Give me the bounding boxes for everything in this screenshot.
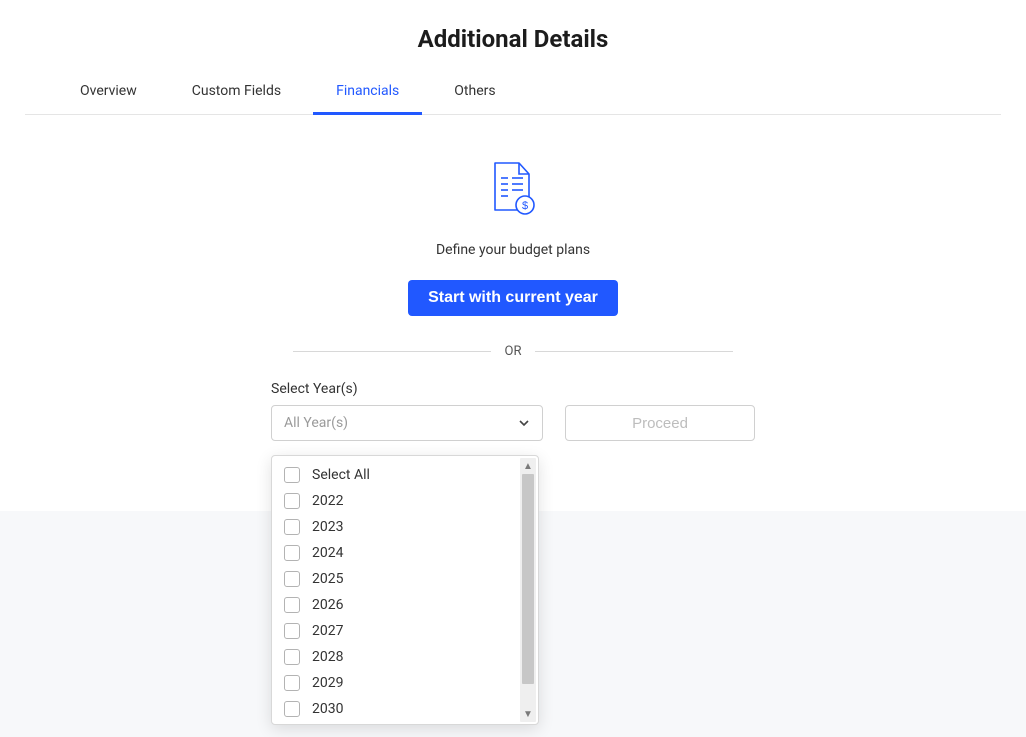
dropdown-scrollbar[interactable]: ▲ ▼ xyxy=(520,458,536,722)
option-label: 2023 xyxy=(312,519,343,535)
tab-overview[interactable]: Overview xyxy=(80,83,137,114)
tab-others[interactable]: Others xyxy=(454,83,495,114)
svg-text:$: $ xyxy=(522,200,528,212)
option-label: 2025 xyxy=(312,571,343,587)
checkbox-icon xyxy=(284,571,300,587)
year-select-dropdown: Select All 2022 2023 2024 2025 2026 2027… xyxy=(271,455,539,725)
year-select-control: Select Year(s) All Year(s) Select All 20… xyxy=(271,381,543,441)
or-label: OR xyxy=(491,344,536,359)
checkbox-icon xyxy=(284,623,300,639)
dropdown-scroll[interactable]: Select All 2022 2023 2024 2025 2026 2027… xyxy=(272,456,538,724)
option-label: 2027 xyxy=(312,623,343,639)
start-current-year-button[interactable]: Start with current year xyxy=(408,280,618,316)
option-select-all[interactable]: Select All xyxy=(272,456,538,488)
tabs-bar: Overview Custom Fields Financials Others xyxy=(25,83,1001,115)
option-year[interactable]: 2028 xyxy=(272,644,538,670)
option-label: Select All xyxy=(312,467,370,483)
scroll-up-icon[interactable]: ▲ xyxy=(520,458,536,474)
tab-financials[interactable]: Financials xyxy=(336,83,399,114)
year-select[interactable]: All Year(s) xyxy=(271,405,543,441)
option-year[interactable]: 2027 xyxy=(272,618,538,644)
checkbox-icon xyxy=(284,597,300,613)
page-title: Additional Details xyxy=(0,0,1026,83)
option-year[interactable]: 2024 xyxy=(272,540,538,566)
checkbox-icon xyxy=(284,545,300,561)
budget-document-icon: $ xyxy=(488,160,538,220)
option-year[interactable]: 2022 xyxy=(272,488,538,514)
financials-panel: $ Define your budget plans Start with cu… xyxy=(25,115,1001,511)
scroll-down-icon[interactable]: ▼ xyxy=(520,706,536,722)
option-label: 2029 xyxy=(312,675,343,691)
option-year[interactable]: 2023 xyxy=(272,514,538,540)
divider-line xyxy=(535,351,733,352)
option-label: 2030 xyxy=(312,701,343,717)
option-label: 2022 xyxy=(312,493,343,509)
or-divider: OR xyxy=(293,344,733,359)
option-year[interactable]: 2029 xyxy=(272,670,538,696)
hint-text: Define your budget plans xyxy=(436,242,590,258)
option-year[interactable]: 2026 xyxy=(272,592,538,618)
checkbox-icon xyxy=(284,519,300,535)
checkbox-icon xyxy=(284,467,300,483)
checkbox-icon xyxy=(284,701,300,717)
option-label: 2028 xyxy=(312,649,343,665)
option-year[interactable]: 2030 xyxy=(272,696,538,724)
checkbox-icon xyxy=(284,493,300,509)
option-label: 2024 xyxy=(312,545,343,561)
proceed-button[interactable]: Proceed xyxy=(565,405,755,441)
divider-line xyxy=(293,351,491,352)
checkbox-icon xyxy=(284,675,300,691)
checkbox-icon xyxy=(284,649,300,665)
year-select-placeholder: All Year(s) xyxy=(284,415,348,431)
chevron-down-icon xyxy=(518,414,530,433)
year-select-label: Select Year(s) xyxy=(271,381,543,397)
option-year[interactable]: 2025 xyxy=(272,566,538,592)
option-label: 2026 xyxy=(312,597,343,613)
tab-custom-fields[interactable]: Custom Fields xyxy=(192,83,281,114)
scrollbar-thumb[interactable] xyxy=(522,474,534,684)
